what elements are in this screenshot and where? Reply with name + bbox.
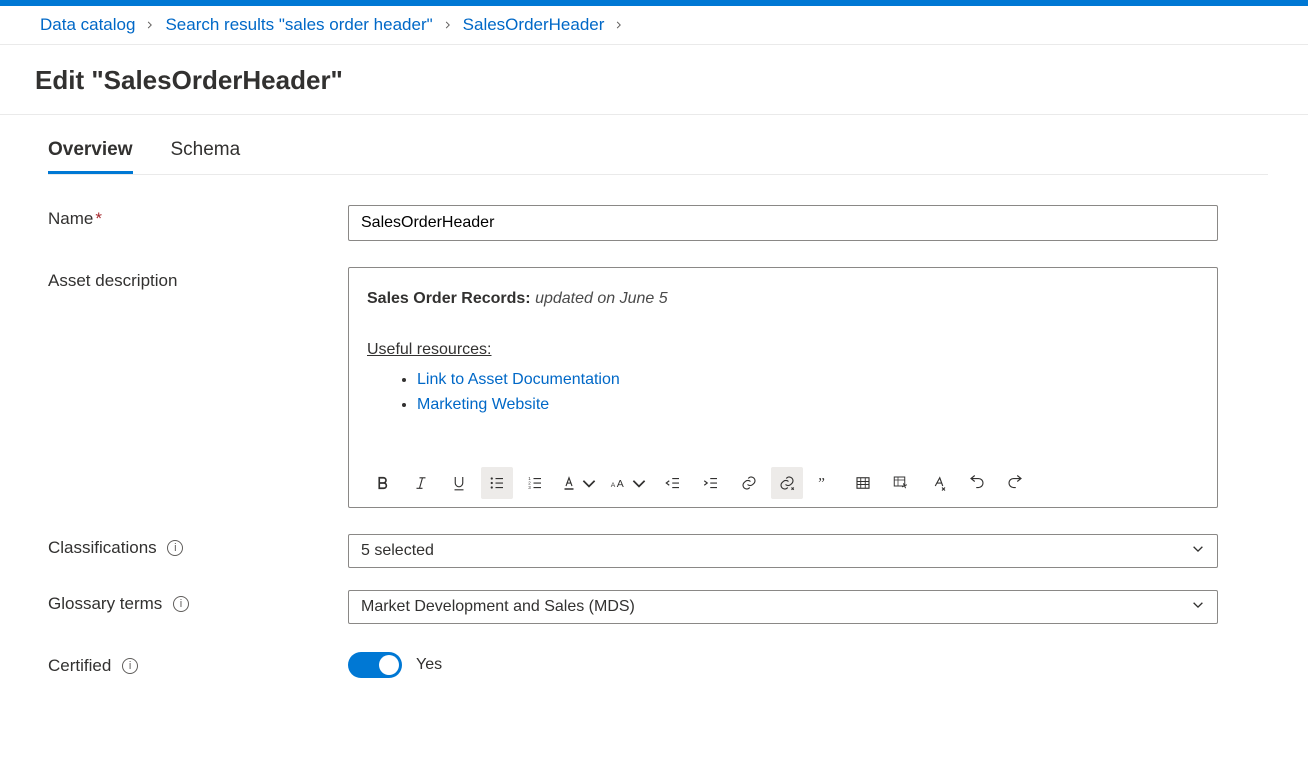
chevron-right-icon bbox=[145, 17, 155, 33]
breadcrumb-link-data-catalog[interactable]: Data catalog bbox=[40, 15, 135, 35]
chevron-down-icon bbox=[1191, 541, 1205, 560]
edit-table-button[interactable] bbox=[885, 467, 917, 499]
description-link-0[interactable]: Link to Asset Documentation bbox=[417, 371, 620, 388]
info-icon: i bbox=[173, 596, 189, 612]
bold-button[interactable] bbox=[367, 467, 399, 499]
description-editor[interactable]: Sales Order Records: updated on June 5 U… bbox=[349, 268, 1217, 463]
glossary-terms-select[interactable]: Market Development and Sales (MDS) bbox=[348, 590, 1218, 624]
underline-button[interactable] bbox=[443, 467, 475, 499]
rte-toolbar: 123 AA bbox=[349, 463, 1217, 507]
indent-button[interactable] bbox=[695, 467, 727, 499]
classifications-select[interactable]: 5 selected bbox=[348, 534, 1218, 568]
breadcrumb: Data catalog Search results "sales order… bbox=[0, 6, 1308, 45]
italic-button[interactable] bbox=[405, 467, 437, 499]
clear-format-button[interactable] bbox=[923, 467, 955, 499]
label-glossary-terms: Glossary terms i bbox=[48, 590, 348, 624]
numbered-list-button[interactable]: 123 bbox=[519, 467, 551, 499]
page-title: Edit "SalesOrderHeader" bbox=[0, 45, 1308, 115]
required-asterisk: * bbox=[95, 209, 102, 228]
svg-text:A: A bbox=[617, 478, 624, 490]
table-button[interactable] bbox=[847, 467, 879, 499]
name-input[interactable] bbox=[348, 205, 1218, 241]
label-asset-description: Asset description bbox=[48, 267, 348, 508]
tab-schema[interactable]: Schema bbox=[171, 139, 241, 174]
glossary-terms-value: Market Development and Sales (MDS) bbox=[361, 598, 635, 615]
rich-text-editor: Sales Order Records: updated on June 5 U… bbox=[348, 267, 1218, 508]
breadcrumb-link-search-results[interactable]: Search results "sales order header" bbox=[165, 15, 432, 35]
description-title-bold: Sales Order Records: bbox=[367, 290, 535, 307]
tabs: Overview Schema bbox=[48, 115, 1268, 175]
classifications-value: 5 selected bbox=[361, 542, 434, 559]
font-size-button[interactable]: AA bbox=[607, 467, 651, 499]
description-title-italic: updated on June 5 bbox=[535, 290, 668, 307]
redo-button[interactable] bbox=[999, 467, 1031, 499]
certified-toggle[interactable] bbox=[348, 652, 402, 678]
chevron-right-icon bbox=[443, 17, 453, 33]
undo-button[interactable] bbox=[961, 467, 993, 499]
unlink-button[interactable] bbox=[771, 467, 803, 499]
svg-text:3: 3 bbox=[528, 485, 531, 490]
font-color-button[interactable] bbox=[557, 467, 601, 499]
svg-text:”: ” bbox=[818, 475, 825, 491]
toggle-knob bbox=[379, 655, 399, 675]
label-name: Name* bbox=[48, 205, 348, 241]
chevron-down-icon bbox=[1191, 597, 1205, 616]
certified-toggle-label: Yes bbox=[416, 656, 442, 674]
label-classifications: Classifications i bbox=[48, 534, 348, 568]
breadcrumb-link-salesorderheader[interactable]: SalesOrderHeader bbox=[463, 15, 605, 35]
tab-overview[interactable]: Overview bbox=[48, 139, 133, 174]
label-certified: Certified i bbox=[48, 652, 348, 678]
description-resources-heading: Useful resources: bbox=[367, 337, 1199, 363]
link-button[interactable] bbox=[733, 467, 765, 499]
svg-text:A: A bbox=[611, 482, 616, 489]
bullet-list-button[interactable] bbox=[481, 467, 513, 499]
outdent-button[interactable] bbox=[657, 467, 689, 499]
chevron-right-icon bbox=[614, 17, 624, 33]
info-icon: i bbox=[122, 658, 138, 674]
info-icon: i bbox=[167, 540, 183, 556]
description-link-1[interactable]: Marketing Website bbox=[417, 396, 549, 413]
quote-button[interactable]: ” bbox=[809, 467, 841, 499]
